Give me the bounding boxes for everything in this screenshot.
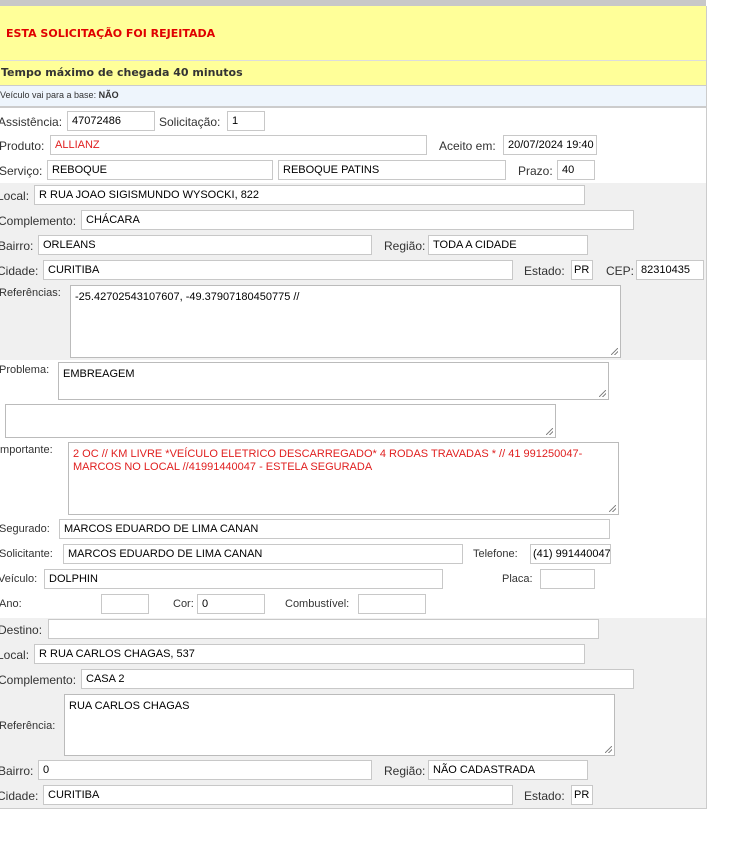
- importante-textarea[interactable]: 2 OC // KM LIVRE *VEÍCULO ELETRICO DESCA…: [68, 442, 619, 515]
- assistencia-input[interactable]: 47072486: [67, 111, 155, 131]
- complemento-input[interactable]: CHÁCARA: [81, 210, 634, 230]
- referencias-textarea[interactable]: -25.42702543107607, -49.37907180450775 /…: [70, 285, 621, 358]
- destino-regiao-input[interactable]: NÃO CADASTRADA: [428, 760, 588, 780]
- combustivel-input[interactable]: [358, 594, 426, 614]
- ano-label: Ano:: [0, 598, 22, 610]
- destino-regiao-label: Região:: [384, 764, 426, 778]
- telefone-label: Telefone:: [473, 548, 518, 560]
- problema-label: Problema:: [0, 364, 50, 376]
- placa-label: Placa:: [502, 573, 533, 585]
- regiao-input[interactable]: TODA A CIDADE: [428, 235, 588, 255]
- destino-cidade-input[interactable]: CURITIBA: [43, 785, 513, 805]
- destino-complemento-label: Complemento:: [0, 673, 77, 687]
- cor-label: Cor:: [173, 598, 194, 610]
- telefone-input[interactable]: (41) 991440047: [530, 544, 611, 564]
- form-border: [706, 6, 707, 808]
- importante-label: Importante:: [0, 444, 53, 456]
- extra-textarea[interactable]: [5, 404, 556, 438]
- servico-label: Serviço:: [0, 164, 43, 178]
- max-time-message: Tempo máximo de chegada 40 minutos: [1, 66, 243, 79]
- base-label: Veículo vai para a base:: [0, 90, 97, 100]
- problema-textarea[interactable]: EMBREAGEM: [58, 362, 609, 400]
- destino-estado-input[interactable]: PR: [571, 785, 593, 805]
- local-input[interactable]: R RUA JOAO SIGISMUNDO WYSOCKI, 822: [34, 185, 585, 205]
- veiculo-input[interactable]: DOLPHIN: [44, 569, 443, 589]
- solicitante-input[interactable]: MARCOS EDUARDO DE LIMA CANAN: [63, 544, 463, 564]
- servico-subtype-input[interactable]: REBOQUE PATINS: [278, 160, 506, 180]
- solicitante-label: Solicitante:: [0, 548, 53, 560]
- local-label: Local:: [0, 189, 30, 203]
- referencias-label: Referências:: [0, 287, 61, 299]
- form-bottom-border: [0, 808, 707, 809]
- destino-input[interactable]: [48, 619, 599, 639]
- destino-label: Destino:: [0, 623, 43, 637]
- placa-input[interactable]: [540, 569, 595, 589]
- estado-label: Estado:: [524, 264, 565, 278]
- cidade-label: Cidade:: [0, 264, 39, 278]
- cidade-input[interactable]: CURITIBA: [43, 260, 513, 280]
- bairro-input[interactable]: ORLEANS: [38, 235, 372, 255]
- prazo-input[interactable]: 40: [557, 160, 595, 180]
- destino-estado-label: Estado:: [524, 789, 565, 803]
- solicitacao-label: Solicitação:: [159, 115, 221, 129]
- segurado-label: Segurado:: [0, 523, 50, 535]
- destino-bairro-input[interactable]: 0: [38, 760, 372, 780]
- destino-bairro-label: Bairro:: [0, 764, 34, 778]
- veiculo-label: Veículo:: [0, 573, 38, 585]
- produto-input[interactable]: ALLIANZ: [50, 135, 427, 155]
- combustivel-label: Combustível:: [285, 598, 350, 610]
- segurado-input[interactable]: MARCOS EDUARDO DE LIMA CANAN: [59, 519, 610, 539]
- solicitacao-input[interactable]: 1: [227, 111, 265, 131]
- destino-complemento-input[interactable]: CASA 2: [81, 669, 634, 689]
- destino-referencia-textarea[interactable]: RUA CARLOS CHAGAS: [64, 694, 615, 756]
- aceito-input[interactable]: 20/07/2024 19:40: [503, 135, 597, 155]
- prazo-label: Prazo:: [518, 164, 553, 178]
- assistencia-label: Assistência:: [0, 115, 63, 129]
- aceito-label: Aceito em:: [439, 139, 496, 153]
- bairro-label: Bairro:: [0, 239, 34, 253]
- regiao-label: Região:: [384, 239, 426, 253]
- cep-input[interactable]: 82310435: [636, 260, 704, 280]
- destino-cidade-label: Cidade:: [0, 789, 39, 803]
- base-value: NÃO: [98, 90, 119, 100]
- servico-input[interactable]: REBOQUE: [47, 160, 273, 180]
- destino-local-input[interactable]: R RUA CARLOS CHAGAS, 537: [34, 644, 585, 664]
- rejected-message: ESTA SOLICITAÇÃO FOI REJEITADA: [6, 27, 216, 40]
- cep-label: CEP:: [606, 264, 635, 278]
- produto-label: Produto:: [0, 139, 45, 153]
- ano-input[interactable]: [101, 594, 149, 614]
- estado-input[interactable]: PR: [571, 260, 593, 280]
- complemento-label: Complemento:: [0, 214, 77, 228]
- cor-input[interactable]: 0: [197, 594, 265, 614]
- destino-referencia-label: Referência:: [0, 720, 56, 732]
- base-info-text: Veículo vai para a base: NÃO: [0, 90, 119, 100]
- destino-local-label: Local:: [0, 648, 30, 662]
